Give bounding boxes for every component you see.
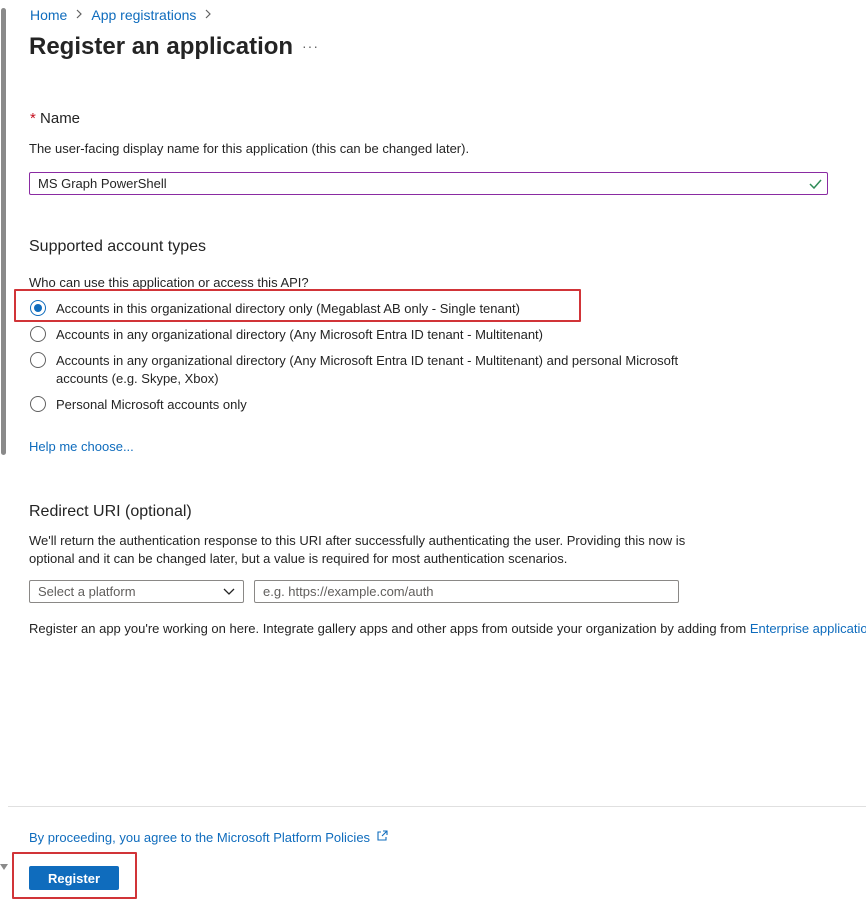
radio-button[interactable] — [30, 396, 46, 412]
platform-select[interactable]: Select a platform — [29, 580, 244, 603]
redirect-uri-input[interactable] — [254, 580, 679, 603]
gallery-note: Register an app you're working on here. … — [29, 621, 866, 636]
chevron-right-icon — [75, 8, 83, 22]
scroll-down-arrow-icon[interactable] — [0, 864, 8, 870]
account-types-question: Who can use this application or access t… — [29, 275, 309, 290]
external-link-icon[interactable] — [376, 830, 388, 845]
register-button[interactable]: Register — [29, 866, 119, 890]
scrollbar-thumb[interactable] — [1, 8, 6, 455]
account-types-title: Supported account types — [29, 238, 207, 255]
account-option-multitenant[interactable]: Accounts in any organizational directory… — [30, 326, 543, 344]
policy-link-row: By proceeding, you agree to the Microsof… — [29, 830, 388, 845]
chevron-down-icon — [223, 584, 235, 599]
name-label: * Name — [30, 110, 80, 127]
more-options-button[interactable]: ··· — [302, 38, 319, 54]
platform-policies-link[interactable]: By proceeding, you agree to the Microsof… — [29, 830, 370, 845]
radio-label: Accounts in any organizational directory… — [56, 327, 543, 342]
help-me-choose-link[interactable]: Help me choose... — [29, 439, 134, 454]
gallery-note-text: Register an app you're working on here. … — [29, 621, 747, 636]
radio-button-selected[interactable] — [30, 300, 46, 316]
checkmark-icon — [809, 176, 822, 192]
account-option-personal[interactable]: Personal Microsoft accounts only — [30, 396, 247, 414]
breadcrumb: Home App registrations — [30, 6, 220, 24]
radio-button[interactable] — [30, 352, 46, 368]
name-description: The user-facing display name for this ap… — [29, 141, 470, 156]
name-input[interactable] — [29, 172, 828, 195]
chevron-right-icon — [204, 8, 212, 22]
page-title: Register an application — [29, 33, 294, 60]
name-label-text: Name — [40, 110, 81, 127]
breadcrumb-app-registrations[interactable]: App registrations — [91, 7, 196, 23]
enterprise-applications-link[interactable]: Enterprise applications — [750, 621, 866, 636]
radio-label: Accounts in any organizational directory… — [56, 353, 679, 386]
redirect-uri-description: We'll return the authentication response… — [29, 533, 686, 566]
required-marker: * — [30, 110, 36, 127]
radio-button[interactable] — [30, 326, 46, 342]
redirect-uri-title: Redirect URI (optional) — [29, 503, 192, 520]
account-option-single-tenant[interactable]: Accounts in this organizational director… — [30, 300, 520, 318]
radio-label: Personal Microsoft accounts only — [56, 397, 247, 412]
account-option-multitenant-personal[interactable]: Accounts in any organizational directory… — [30, 352, 700, 388]
platform-select-placeholder: Select a platform — [38, 584, 136, 599]
breadcrumb-home[interactable]: Home — [30, 7, 67, 23]
footer-divider — [8, 806, 866, 807]
radio-label: Accounts in this organizational director… — [56, 301, 520, 316]
